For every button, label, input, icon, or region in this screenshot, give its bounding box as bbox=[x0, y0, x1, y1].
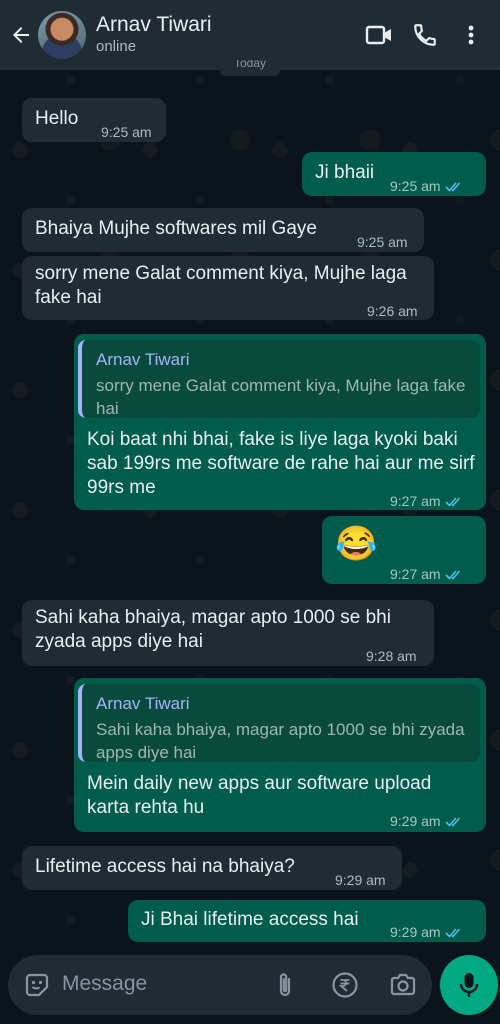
message-time: 9:26 am bbox=[367, 303, 418, 319]
message-time: 9:29 am bbox=[390, 920, 465, 944]
avatar[interactable] bbox=[38, 11, 86, 59]
contact-info[interactable]: Arnav Tiwari online bbox=[96, 13, 356, 57]
message-time: 9:27 am bbox=[390, 562, 465, 586]
message-text: Ji Bhai lifetime access hai bbox=[141, 909, 359, 930]
message-time-label: 9:27 am bbox=[390, 566, 441, 582]
voice-call-icon bbox=[414, 24, 436, 46]
message-outgoing[interactable]: Ji bhaii 9:25 am bbox=[302, 152, 486, 196]
video-call-button[interactable] bbox=[356, 0, 402, 70]
more-vert-icon bbox=[468, 25, 474, 45]
attach-icon bbox=[279, 973, 291, 997]
contact-name: Arnav Tiwari bbox=[96, 13, 212, 36]
quoted-text: Sahi kaha bhaiya, magar apto 1000 se bhi… bbox=[96, 720, 465, 762]
message-outgoing[interactable]: Ji Bhai lifetime access hai 9:29 am bbox=[128, 900, 486, 942]
message-incoming[interactable]: Sahi kaha bhaiya, magar apto 1000 se bhi… bbox=[22, 600, 434, 666]
message-time: 9:29 am bbox=[390, 809, 465, 833]
message-text: Bhaiya Mujhe softwares mil Gaye bbox=[35, 218, 317, 239]
quoted-sender: Arnav Tiwari bbox=[96, 694, 190, 713]
message-text: sorry mene Galat comment kiya, Mujhe lag… bbox=[35, 263, 407, 308]
read-ticks-icon bbox=[445, 182, 460, 192]
message-time-label: 9:29 am bbox=[390, 924, 441, 940]
back-button[interactable] bbox=[4, 0, 38, 70]
sticker-button[interactable] bbox=[22, 970, 52, 1000]
quoted-text: sorry mene Galat comment kiya, Mujhe lag… bbox=[96, 376, 466, 418]
quoted-message[interactable]: Arnav Tiwari Sahi kaha bhaiya, magar apt… bbox=[78, 684, 480, 762]
message-incoming[interactable]: Hello 9:25 am bbox=[22, 98, 166, 142]
message-text: Sahi kaha bhaiya, magar apto 1000 se bhi… bbox=[35, 607, 391, 652]
message-time: 9:25 am bbox=[101, 124, 152, 140]
read-ticks-icon bbox=[445, 497, 460, 507]
message-time: 9:25 am bbox=[357, 234, 408, 250]
read-ticks-icon bbox=[445, 570, 460, 580]
message-input[interactable]: Message bbox=[62, 972, 147, 996]
payment-button[interactable] bbox=[330, 970, 360, 1000]
message-text: Lifetime access hai na bhaiya? bbox=[35, 856, 295, 877]
read-ticks-icon bbox=[445, 817, 460, 827]
message-incoming[interactable]: Bhaiya Mujhe softwares mil Gaye 9:25 am bbox=[22, 208, 424, 252]
message-outgoing-reply[interactable]: Arnav Tiwari Sahi kaha bhaiya, magar apt… bbox=[74, 678, 486, 832]
voice-message-button[interactable] bbox=[440, 955, 498, 1015]
attach-button[interactable] bbox=[270, 970, 300, 1000]
video-call-icon bbox=[365, 25, 391, 45]
message-outgoing-reply[interactable]: Arnav Tiwari sorry mene Galat comment ki… bbox=[74, 334, 486, 510]
mic-icon bbox=[459, 973, 479, 997]
more-options-button[interactable] bbox=[448, 0, 494, 70]
message-incoming[interactable]: sorry mene Galat comment kiya, Mujhe lag… bbox=[22, 256, 434, 320]
message-time-label: 9:25 am bbox=[390, 178, 441, 194]
message-time: 9:29 am bbox=[335, 872, 386, 888]
back-arrow-icon bbox=[13, 27, 29, 43]
camera-icon bbox=[390, 973, 416, 996]
date-divider: Today bbox=[220, 60, 280, 76]
message-time-label: 9:27 am bbox=[390, 493, 441, 509]
message-emoji: 😂 bbox=[335, 525, 378, 563]
quoted-sender: Arnav Tiwari bbox=[96, 350, 190, 369]
message-time: 9:27 am bbox=[390, 489, 465, 513]
rupee-payment-icon bbox=[332, 972, 358, 998]
message-time-label: 9:29 am bbox=[390, 813, 441, 829]
message-text: Ji bhaii bbox=[315, 162, 375, 183]
voice-call-button[interactable] bbox=[402, 0, 448, 70]
message-time: 9:25 am bbox=[390, 174, 465, 198]
message-outgoing[interactable]: 😂 9:27 am bbox=[322, 516, 486, 584]
camera-button[interactable] bbox=[388, 970, 418, 1000]
message-text: Hello bbox=[35, 108, 79, 129]
message-time: 9:28 am bbox=[366, 648, 417, 664]
contact-status: online bbox=[96, 38, 137, 55]
sticker-icon bbox=[25, 973, 49, 997]
read-ticks-icon bbox=[445, 928, 460, 938]
message-composer[interactable]: Message bbox=[8, 955, 432, 1015]
message-incoming[interactable]: Lifetime access hai na bhaiya? 9:29 am bbox=[22, 846, 402, 890]
quoted-message[interactable]: Arnav Tiwari sorry mene Galat comment ki… bbox=[78, 340, 480, 418]
